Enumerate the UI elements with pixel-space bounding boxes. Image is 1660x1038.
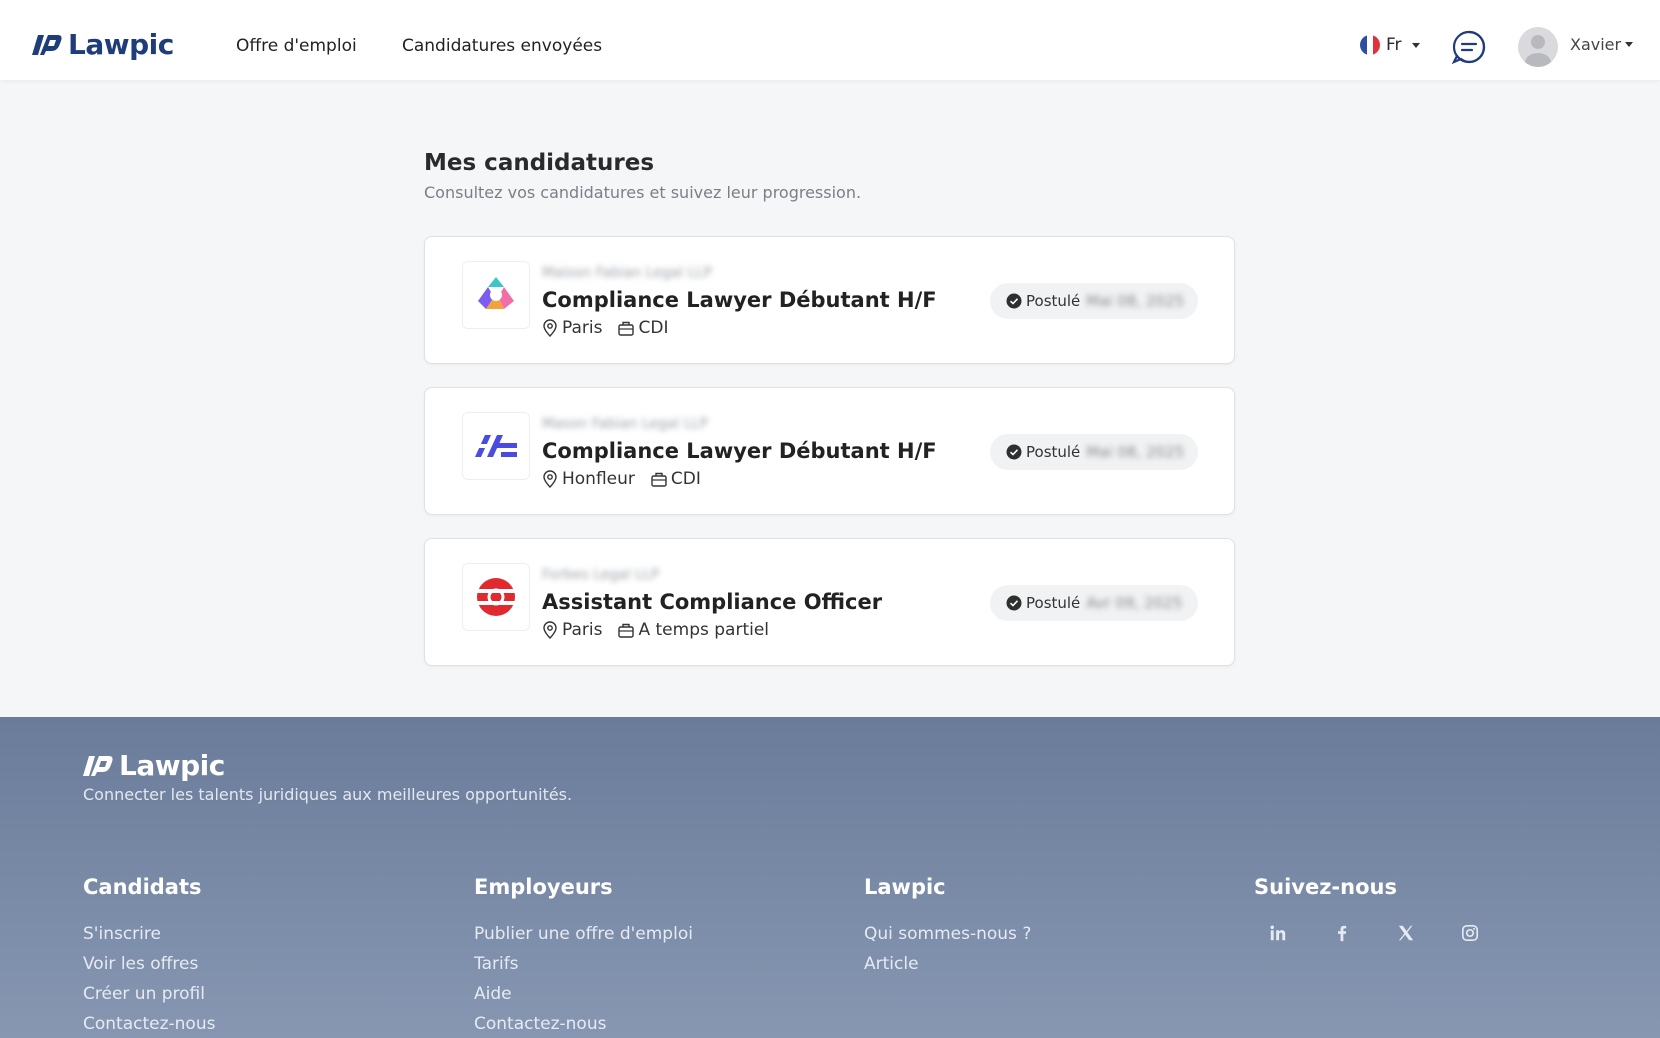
france-flag-icon	[1360, 35, 1380, 55]
application-card[interactable]: Forbes Legal LLP Assistant Compliance Of…	[424, 538, 1235, 666]
job-title[interactable]: Compliance Lawyer Débutant H/F	[542, 288, 937, 312]
footer-link-creer-profil[interactable]: Créer un profil	[83, 979, 215, 1009]
company-name: Forbes Legal LLP	[542, 567, 660, 583]
application-date: Mai 08, 2025	[1086, 443, 1185, 461]
footer-col-title: Candidats	[83, 875, 202, 899]
footer-link-aide[interactable]: Aide	[474, 979, 693, 1009]
nav-candidatures-envoyees[interactable]: Candidatures envoyées	[402, 36, 602, 56]
job-location: Paris	[562, 318, 603, 338]
linkedin-icon[interactable]	[1268, 923, 1288, 943]
status-badge: Postulé Mai 08, 2025	[990, 434, 1198, 470]
briefcase-icon	[618, 321, 635, 336]
company-logo	[462, 261, 530, 329]
application-card[interactable]: Mason Fabian Legal LLP Compliance Lawyer…	[424, 387, 1235, 515]
status-label: Postulé	[1026, 443, 1081, 461]
company-logo	[462, 412, 530, 480]
footer-link-article[interactable]: Article	[864, 949, 1031, 979]
job-location: Honfleur	[562, 469, 635, 489]
chevron-down-icon	[1625, 42, 1634, 47]
status-label: Postulé	[1026, 594, 1081, 612]
lawpic-logo[interactable]: Lawpic	[32, 28, 174, 61]
lawpic-logo-icon	[83, 755, 113, 776]
location-pin-icon	[543, 319, 557, 337]
user-menu[interactable]: Xavier	[1570, 35, 1634, 54]
application-date: Avr 09, 2025	[1086, 594, 1183, 612]
job-title[interactable]: Assistant Compliance Officer	[542, 590, 882, 614]
company-name: Maison Fabian Legal LLP	[542, 265, 712, 281]
nav-offre-emploi[interactable]: Offre d'emploi	[236, 36, 357, 56]
x-icon[interactable]	[1396, 923, 1416, 943]
check-circle-icon	[1006, 444, 1022, 460]
footer-col-employeurs: Employeurs Publier une offre d'emploi Ta…	[474, 875, 693, 1038]
job-meta: Honfleur CDI	[542, 469, 701, 489]
footer-col-suivez-nous: Suivez-nous	[1254, 875, 1480, 943]
footer: Lawpic Connecter les talents juridiques …	[0, 717, 1660, 1038]
user-name: Xavier	[1570, 35, 1622, 54]
footer-link-sinscrire[interactable]: S'inscrire	[83, 919, 215, 949]
footer-tagline: Connecter les talents juridiques aux mei…	[83, 785, 573, 804]
job-meta: Paris A temps partiel	[542, 620, 769, 640]
logo-text: Lawpic	[68, 28, 174, 61]
company-logo-icon	[476, 578, 516, 616]
language-selector[interactable]: Fr	[1360, 35, 1420, 55]
footer-logo-text: Lawpic	[119, 749, 225, 782]
company-logo	[462, 563, 530, 631]
status-badge: Postulé Avr 09, 2025	[990, 585, 1198, 621]
footer-col-lawpic: Lawpic Qui sommes-nous ? Article	[864, 875, 1031, 979]
company-logo-icon	[473, 435, 517, 457]
footer-link-qui-sommes-nous[interactable]: Qui sommes-nous ?	[864, 919, 1031, 949]
footer-col-title: Suivez-nous	[1254, 875, 1397, 899]
footer-col-candidats: Candidats S'inscrire Voir les offres Cré…	[83, 875, 215, 1038]
job-location: Paris	[562, 620, 603, 640]
footer-link-tarifs[interactable]: Tarifs	[474, 949, 693, 979]
status-badge: Postulé Mai 08, 2025	[990, 283, 1198, 319]
page-subtitle: Consultez vos candidatures et suivez leu…	[424, 183, 862, 202]
check-circle-icon	[1006, 595, 1022, 611]
briefcase-icon	[618, 623, 635, 638]
footer-col-title: Lawpic	[864, 875, 946, 899]
footer-link-voir-offres[interactable]: Voir les offres	[83, 949, 215, 979]
status-label: Postulé	[1026, 292, 1081, 310]
application-card[interactable]: Maison Fabian Legal LLP Compliance Lawye…	[424, 236, 1235, 364]
user-icon	[1525, 35, 1551, 67]
instagram-icon[interactable]	[1460, 923, 1480, 943]
footer-col-title: Employeurs	[474, 875, 613, 899]
language-label: Fr	[1386, 35, 1402, 55]
briefcase-icon	[651, 472, 667, 487]
top-navbar: Lawpic Offre d'emploi Candidatures envoy…	[0, 0, 1660, 80]
chevron-down-icon	[1411, 42, 1420, 48]
social-links	[1254, 923, 1480, 943]
chat-icon[interactable]	[1452, 30, 1486, 64]
job-meta: Paris CDI	[542, 318, 668, 338]
job-contract: CDI	[670, 469, 701, 489]
footer-link-publier-offre[interactable]: Publier une offre d'emploi	[474, 919, 693, 949]
avatar[interactable]	[1518, 27, 1558, 67]
location-pin-icon	[543, 470, 557, 488]
job-contract: A temps partiel	[638, 620, 770, 640]
company-logo-icon	[478, 277, 514, 309]
page-title: Mes candidatures	[424, 150, 655, 176]
application-date: Mai 08, 2025	[1086, 292, 1185, 310]
facebook-icon[interactable]	[1332, 923, 1352, 943]
company-name: Mason Fabian Legal LLP	[542, 416, 708, 432]
footer-link-contact[interactable]: Contactez-nous	[474, 1009, 693, 1038]
job-contract: CDI	[638, 318, 669, 338]
check-circle-icon	[1006, 293, 1022, 309]
job-title[interactable]: Compliance Lawyer Débutant H/F	[542, 439, 937, 463]
footer-logo[interactable]: Lawpic	[83, 749, 225, 782]
lawpic-logo-icon	[32, 34, 62, 55]
location-pin-icon	[543, 621, 557, 639]
footer-link-contact[interactable]: Contactez-nous	[83, 1009, 215, 1038]
